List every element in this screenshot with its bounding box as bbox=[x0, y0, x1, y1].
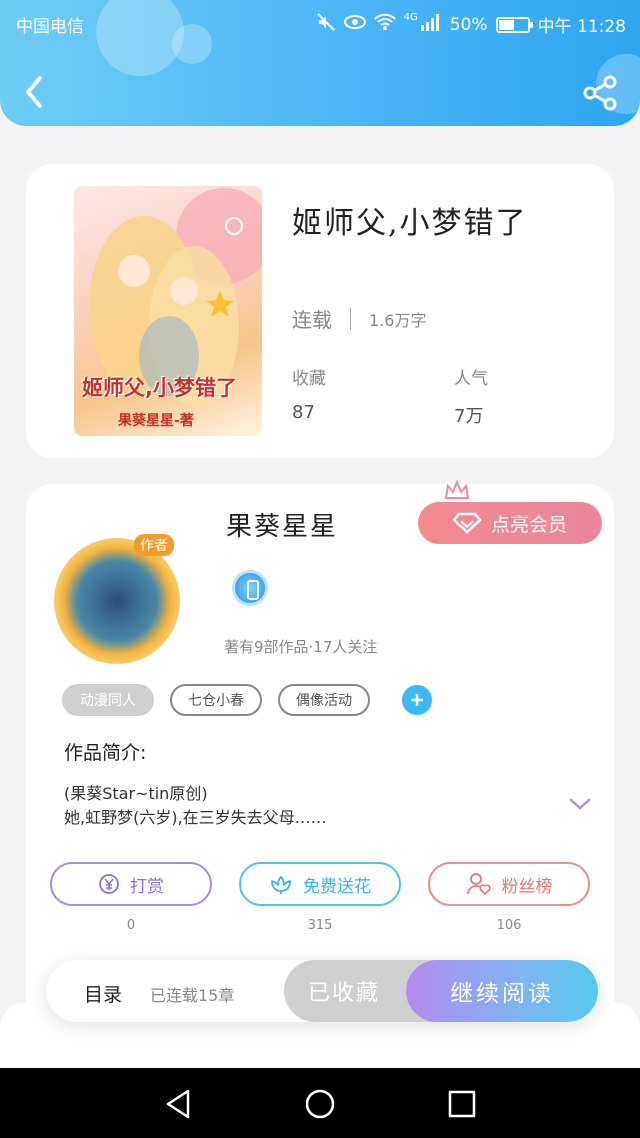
continue-reading-label: 继续阅读 bbox=[450, 981, 554, 1007]
eye-icon bbox=[343, 14, 366, 35]
send-flower-label: 免费送花 bbox=[303, 876, 371, 897]
header: 中国电信 4G 50% 中午 11:28 bbox=[0, 0, 640, 126]
intro-line: (果葵Star~tin原创) bbox=[64, 784, 208, 803]
popularity-label: 人气 bbox=[454, 369, 488, 389]
chapter-count: 已连载15章 bbox=[150, 986, 235, 1005]
book-title: 姬师父,小梦错了 bbox=[292, 206, 528, 241]
favorites-label: 收藏 bbox=[292, 369, 326, 389]
fans-ranking-label: 粉丝榜 bbox=[501, 876, 553, 897]
cover-author: 果葵星星-著 bbox=[118, 413, 194, 429]
status-bar: 中国电信 4G 50% 中午 11:28 bbox=[0, 0, 640, 48]
flower-count: 315 bbox=[307, 918, 333, 933]
tag-item[interactable]: 偶像活动 bbox=[278, 684, 370, 716]
back-button[interactable] bbox=[18, 72, 52, 112]
system-nav-bar bbox=[0, 1068, 640, 1138]
fans-count: 106 bbox=[496, 918, 522, 933]
nav-recents-icon[interactable] bbox=[444, 1086, 480, 1122]
cover-title: 姬师父,小梦错了 bbox=[82, 376, 237, 400]
author-level-icon bbox=[232, 570, 268, 606]
wifi-icon bbox=[373, 13, 396, 36]
divider bbox=[350, 307, 351, 330]
crown-icon bbox=[444, 480, 470, 499]
tag-list: 动漫同人 七仓小春 偶像活动 bbox=[62, 684, 432, 716]
diamond-icon bbox=[452, 512, 481, 534]
word-count: 1.6万字 bbox=[369, 310, 427, 330]
chevron-down-icon[interactable] bbox=[568, 796, 592, 812]
nav-home-icon[interactable] bbox=[302, 1086, 338, 1122]
favorites-value: 87 bbox=[292, 402, 315, 423]
fans-ranking-button[interactable]: 粉丝榜 bbox=[428, 862, 590, 906]
carrier-label: 中国电信 bbox=[16, 17, 84, 37]
vip-button[interactable]: 点亮会员 bbox=[418, 502, 602, 544]
book-cover[interactable]: 姬师父,小梦错了 果葵星星-著 bbox=[74, 186, 262, 436]
tip-count: 0 bbox=[126, 918, 136, 933]
action-row: 打赏 免费送花 粉丝榜 bbox=[50, 862, 590, 906]
action-counts: 0 315 106 bbox=[50, 918, 590, 933]
battery-icon bbox=[495, 16, 533, 33]
author-avatar[interactable]: 作者 bbox=[54, 534, 180, 664]
mute-icon bbox=[316, 12, 336, 37]
tip-button[interactable]: 打赏 bbox=[50, 862, 212, 906]
chevron-left-icon bbox=[26, 76, 42, 108]
tip-label: 打赏 bbox=[130, 876, 164, 897]
nav-back-icon[interactable] bbox=[160, 1086, 196, 1122]
tag-item[interactable]: 七仓小春 bbox=[170, 684, 262, 716]
plus-icon bbox=[411, 694, 423, 706]
clock: 中午 11:28 bbox=[537, 17, 626, 37]
vip-button-label: 点亮会员 bbox=[490, 513, 567, 536]
author-name[interactable]: 果葵星星 bbox=[226, 506, 338, 543]
book-status-line: 连载 1.6万字 bbox=[292, 304, 426, 333]
network-label: 4G bbox=[403, 12, 418, 23]
popularity-value: 7万 bbox=[454, 406, 484, 427]
book-info-card: 姬师父,小梦错了 果葵星星-著 姬师父,小梦错了 连载 1.6万字 收藏 87 … bbox=[26, 164, 614, 458]
signal-icon bbox=[420, 13, 442, 36]
intro-text: (果葵Star~tin原创) 她,虹野梦(六岁),在三岁失去父母…… bbox=[64, 782, 544, 830]
author-meta: 著有9部作品·17人关注 bbox=[224, 638, 378, 656]
favorited-label: 已收藏 bbox=[307, 981, 380, 1006]
user-heart-icon bbox=[466, 873, 491, 896]
toc-button[interactable]: 目录 bbox=[84, 980, 122, 1007]
yen-coin-icon bbox=[99, 874, 119, 894]
send-flower-button[interactable]: 免费送花 bbox=[239, 862, 401, 906]
continue-reading-button[interactable]: 继续阅读 bbox=[406, 960, 598, 1022]
author-badge: 作者 bbox=[134, 534, 174, 556]
add-tag-button[interactable] bbox=[402, 685, 432, 715]
intro-title: 作品简介: bbox=[64, 742, 147, 764]
battery-percent: 50% bbox=[449, 14, 488, 35]
flower-icon bbox=[271, 876, 291, 894]
reading-bar: 目录 已连载15章 已收藏 继续阅读 bbox=[46, 960, 598, 1022]
share-button[interactable] bbox=[582, 74, 620, 112]
share-icon bbox=[583, 75, 617, 111]
intro-line: 她,虹野梦(六岁),在三岁失去父母…… bbox=[64, 808, 327, 827]
tag-item[interactable]: 动漫同人 bbox=[62, 684, 154, 716]
serial-status: 连载 bbox=[292, 308, 332, 332]
